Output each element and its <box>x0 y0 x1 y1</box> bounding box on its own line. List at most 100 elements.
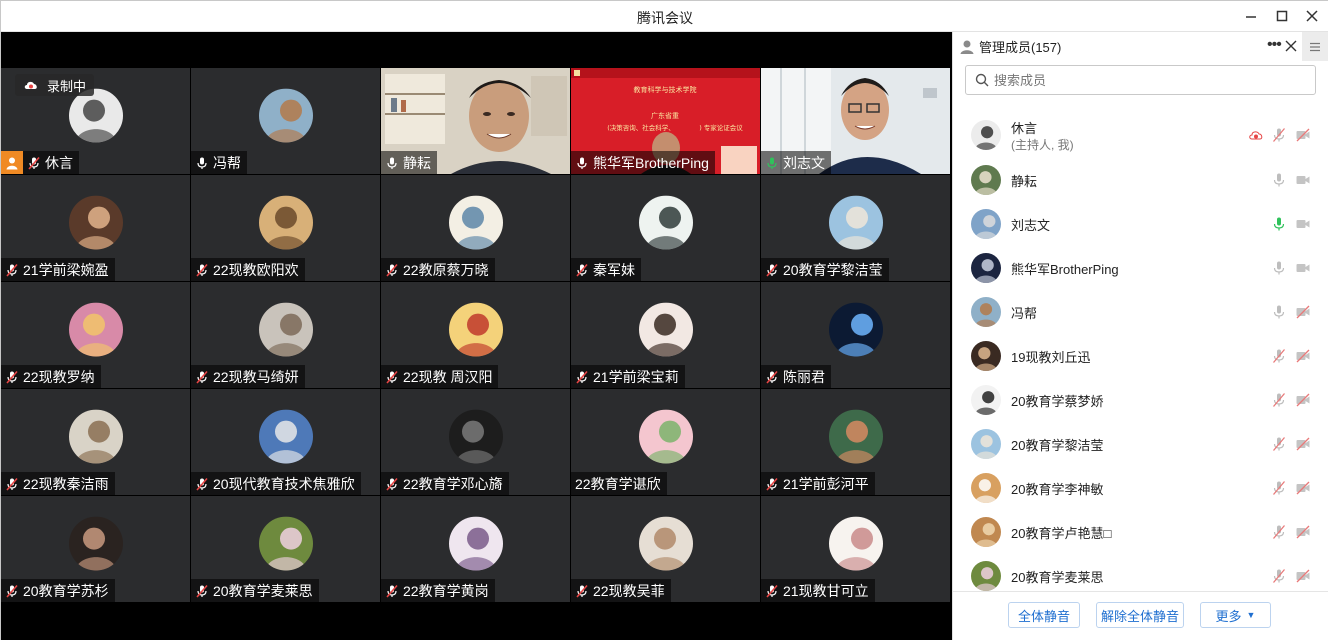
camera-off-icon[interactable] <box>1295 304 1311 320</box>
participant-name: 22现教马绮妍 <box>213 368 299 385</box>
camera-off-icon[interactable] <box>1295 392 1311 408</box>
minimize-icon <box>1246 16 1256 18</box>
video-tile[interactable]: 22教育学邓心旖 <box>381 389 570 495</box>
member-row[interactable]: 20教育学黎洁莹 <box>953 422 1328 466</box>
video-tile[interactable]: 冯帮 <box>191 68 380 174</box>
avatar <box>828 195 883 250</box>
member-name: 静耘 <box>1011 173 1038 189</box>
video-tile[interactable]: 20现代教育技术焦雅欣 <box>191 389 380 495</box>
avatar <box>638 195 693 250</box>
name-tag: 22教育学谌欣 <box>571 472 667 495</box>
camera-icon[interactable] <box>1295 260 1311 276</box>
camera-off-icon[interactable] <box>1295 480 1311 496</box>
mic-muted-icon <box>385 477 399 491</box>
mic-muted-icon[interactable] <box>1271 127 1287 143</box>
name-tag: 陈丽君 <box>761 365 831 388</box>
member-row[interactable]: 19现教刘丘迅 <box>953 334 1328 378</box>
video-tile[interactable]: 22教原蔡万晓 <box>381 175 570 281</box>
video-tile[interactable]: 刘志文 <box>761 68 950 174</box>
member-search[interactable] <box>965 65 1316 95</box>
camera-off-icon[interactable] <box>1295 568 1311 584</box>
recording-indicator[interactable]: 录制中 <box>15 74 95 96</box>
participant-name: 20现代教育技术焦雅欣 <box>213 475 355 492</box>
video-tile[interactable]: 22现教吴菲 <box>571 496 760 602</box>
member-name: 20教育学蔡梦娇 <box>1011 393 1104 409</box>
video-tile[interactable]: 21学前梁婉盈 <box>1 175 190 281</box>
video-tile[interactable]: 休言 录制中 <box>1 68 190 174</box>
close-button[interactable] <box>1300 5 1324 27</box>
camera-off-icon[interactable] <box>1295 127 1311 143</box>
mute-all-button[interactable]: 全体静音 <box>1008 602 1080 628</box>
member-row[interactable]: 20教育学卢艳慧□ <box>953 510 1328 554</box>
minimize-button[interactable] <box>1239 5 1263 27</box>
participant-name: 熊华军BrotherPing <box>593 154 709 171</box>
mic-muted-icon[interactable] <box>1271 392 1287 408</box>
camera-off-icon[interactable] <box>1295 436 1311 452</box>
member-list: 休言 (主持人, 我) 静耘刘志文 熊华军BrotherPing 冯帮 19现教刘丘迅 20… <box>953 112 1328 598</box>
avatar <box>68 88 123 143</box>
camera-icon[interactable] <box>1295 216 1311 232</box>
mic-icon[interactable] <box>1271 304 1287 320</box>
mic-muted-icon[interactable] <box>1271 348 1287 364</box>
mic-icon <box>195 156 209 170</box>
member-row[interactable]: 熊华军BrotherPing <box>953 246 1328 290</box>
maximize-button[interactable] <box>1270 5 1294 27</box>
avatar <box>448 516 503 571</box>
mic-muted-icon[interactable] <box>1271 568 1287 584</box>
video-grid: 休言 录制中 冯帮 静耘 教育科学与技术学院 广东省重 (决策咨询、社会科学、) 专家论证会… <box>1 68 952 634</box>
camera-icon[interactable] <box>1295 172 1311 188</box>
mic-icon <box>385 156 399 170</box>
member-name: 休言 <box>1011 121 1038 136</box>
video-tile[interactable]: 22现教秦洁雨 <box>1 389 190 495</box>
mic-muted-icon <box>765 263 779 277</box>
video-tile[interactable]: 22现教马绮妍 <box>191 282 380 388</box>
video-tile[interactable]: 21现教甘可立 <box>761 496 950 602</box>
camera-off-icon[interactable] <box>1295 348 1311 364</box>
video-tile[interactable]: 21学前彭河平 <box>761 389 950 495</box>
video-tile[interactable]: 静耘 <box>381 68 570 174</box>
member-row[interactable]: 休言 (主持人, 我) <box>953 112 1328 158</box>
mic-muted-icon[interactable] <box>1271 524 1287 540</box>
member-name: 20教育学麦莱思 <box>1011 569 1104 585</box>
video-tile[interactable]: 教育科学与技术学院 广东省重 (决策咨询、社会科学、) 专家论证会议 熊华军Broth… <box>571 68 760 174</box>
more-button[interactable]: 更多 ▼ <box>1200 602 1271 628</box>
mic-muted-icon[interactable] <box>1271 480 1287 496</box>
video-area: 休言 录制中 冯帮 静耘 教育科学与技术学院 广东省重 (决策咨询、社会科学、) 专家论证会… <box>1 32 952 640</box>
member-row[interactable]: 刘志文 <box>953 202 1328 246</box>
video-tile[interactable]: 22现教 周汉阳 <box>381 282 570 388</box>
member-row[interactable]: 20教育学李神敏 <box>953 466 1328 510</box>
member-row[interactable]: 20教育学蔡梦娇 <box>953 378 1328 422</box>
avatar <box>638 302 693 357</box>
video-tile[interactable]: 20教育学苏杉 <box>1 496 190 602</box>
unmute-all-button[interactable]: 解除全体静音 <box>1096 602 1184 628</box>
svg-text:教育科学与技术学院: 教育科学与技术学院 <box>634 85 697 94</box>
video-tile[interactable]: 20教育学麦莱思 <box>191 496 380 602</box>
avatar <box>258 195 313 250</box>
mic-icon[interactable] <box>1271 172 1287 188</box>
svg-text:) 专家论证会议: ) 专家论证会议 <box>699 123 743 132</box>
panel-close-icon[interactable] <box>1283 38 1299 54</box>
avatar <box>638 516 693 571</box>
mic-muted-icon[interactable] <box>1271 436 1287 452</box>
video-tile[interactable]: 22现教罗纳 <box>1 282 190 388</box>
video-tile[interactable]: 20教育学黎洁莹 <box>761 175 950 281</box>
video-tile[interactable]: 陈丽君 <box>761 282 950 388</box>
more-label: 更多 <box>1215 608 1242 624</box>
video-tile[interactable]: 秦军妹 <box>571 175 760 281</box>
member-row[interactable]: 静耘 <box>953 158 1328 202</box>
mic-muted-icon <box>195 370 209 384</box>
participant-name: 刘志文 <box>783 154 825 171</box>
avatar <box>971 517 1001 547</box>
search-input[interactable] <box>994 72 1294 88</box>
mic-icon[interactable] <box>1271 216 1287 232</box>
video-tile[interactable]: 22现教欧阳欢 <box>191 175 380 281</box>
mic-icon[interactable] <box>1271 260 1287 276</box>
side-menu-button[interactable] <box>1302 32 1328 61</box>
video-tile[interactable]: 21学前梁宝莉 <box>571 282 760 388</box>
camera-off-icon[interactable] <box>1295 524 1311 540</box>
participant-name: 21学前梁婉盈 <box>23 261 109 278</box>
member-row[interactable]: 冯帮 <box>953 290 1328 334</box>
video-tile[interactable]: 22教育学谌欣 <box>571 389 760 495</box>
more-options-icon[interactable]: ••• <box>1267 36 1282 54</box>
video-tile[interactable]: 22教育学黄岗 <box>381 496 570 602</box>
